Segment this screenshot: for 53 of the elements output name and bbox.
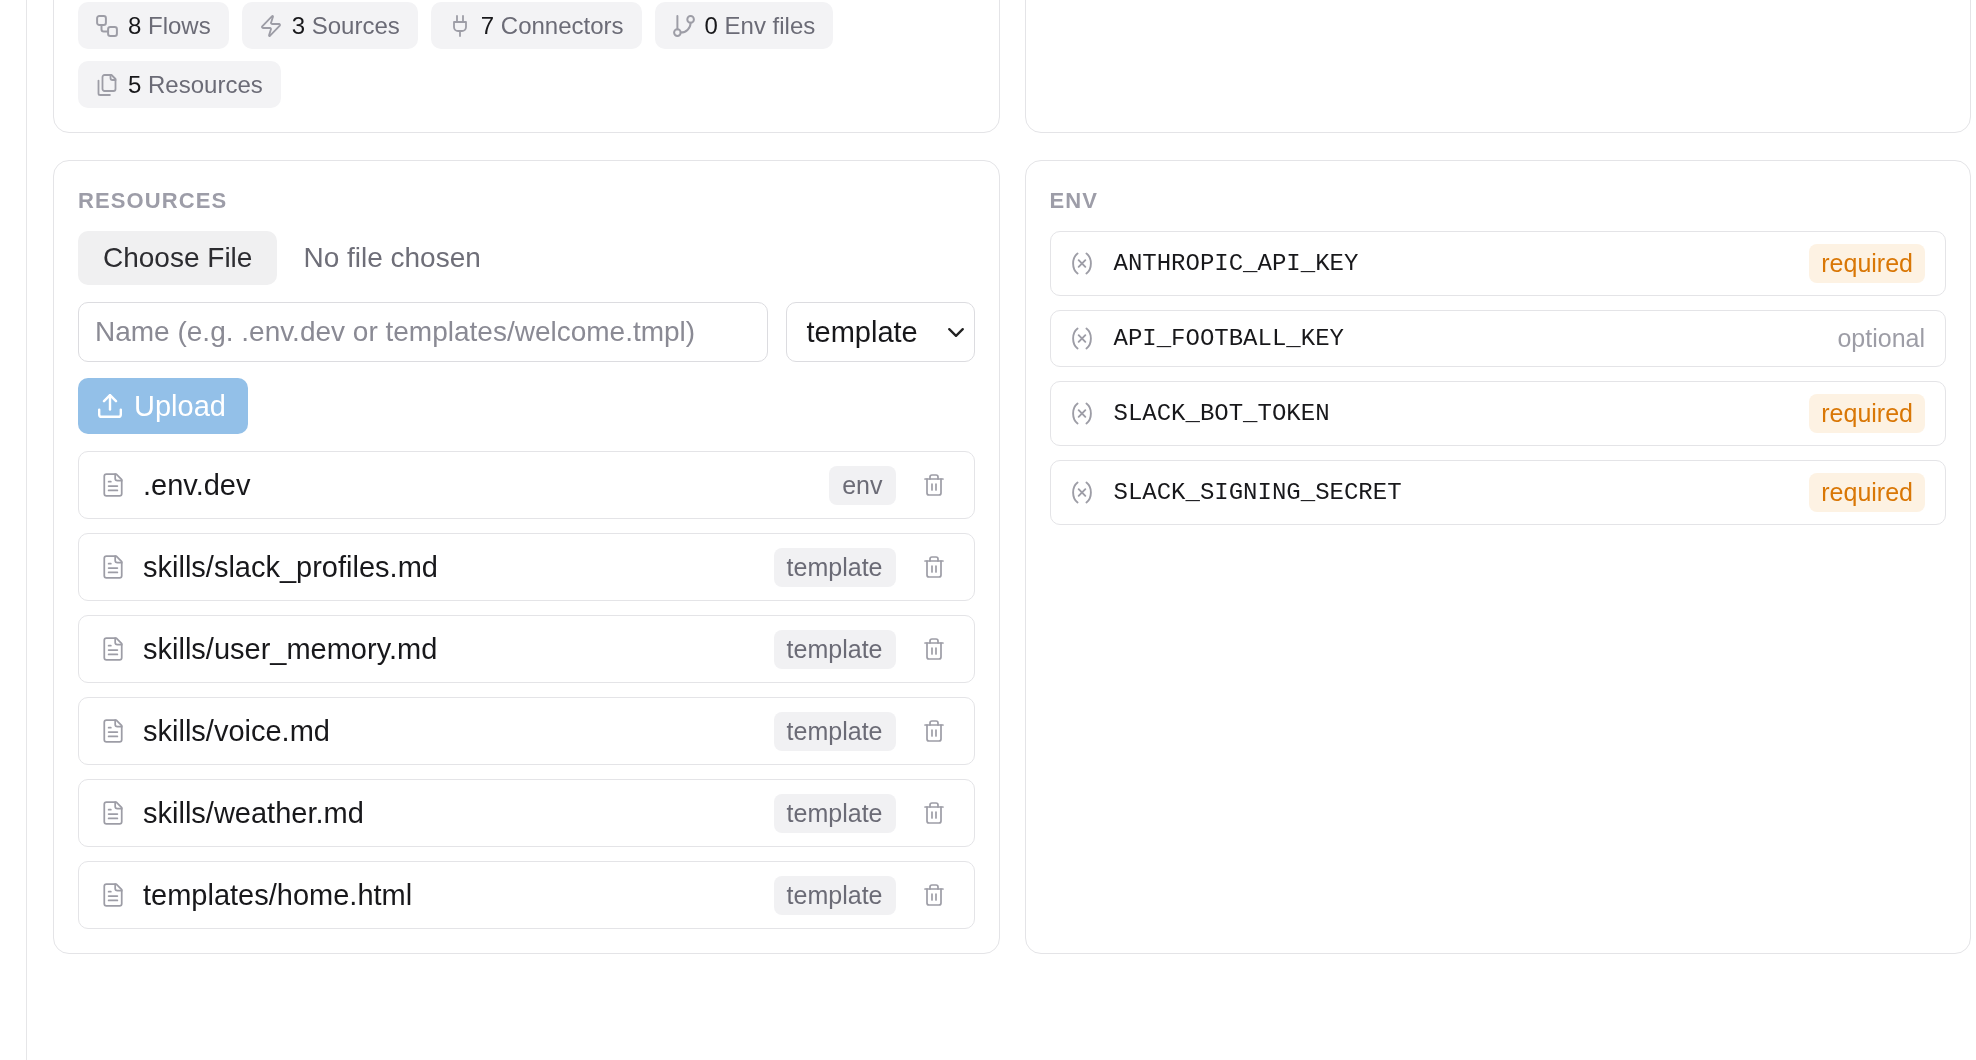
stat-label: 5 Resources [128,70,263,99]
trash-icon[interactable] [923,638,944,660]
document-icon [103,637,123,661]
variable-icon [1071,327,1092,350]
files-icon [96,73,118,96]
stat-label: 3 Sources [291,11,400,40]
variable-name: SLACK_SIGNING_SECRET [1113,479,1403,506]
variable-icon [1071,252,1092,275]
trash-icon[interactable] [923,884,944,906]
lightning-icon [259,14,282,37]
trash-icon[interactable] [923,474,944,496]
variable-name: ANTHROPIC_API_KEY [1113,250,1360,277]
variable-icon [1071,402,1092,425]
trash-icon[interactable] [923,720,944,742]
section-heading: ENV [1049,187,1099,215]
upload-icon [98,394,122,418]
document-icon [103,801,123,825]
choose-file-button[interactable]: Choose File [78,231,278,285]
type-tag: template [773,711,896,751]
document-icon [103,883,123,907]
type-tag: template [773,875,896,915]
stat-label: 0 Env files [704,11,816,40]
branch-icon [672,14,695,37]
section-heading: RESOURCES [78,187,228,215]
document-icon [103,555,123,579]
type-select[interactable]: template [785,302,975,362]
workflow-icon [96,14,118,37]
file-name: skills/slack_profiles.md [143,550,439,584]
trash-icon[interactable] [923,556,944,578]
file-name: skills/voice.md [143,714,331,748]
document-icon [103,719,123,743]
document-icon [103,473,123,497]
requirement-label: required [1809,244,1925,283]
variable-name: API_FOOTBALL_KEY [1113,325,1345,352]
file-name: skills/weather.md [143,796,365,830]
file-status-text: No file chosen [303,242,481,274]
file-name: .env.dev [143,468,252,502]
type-tag: env [829,465,896,505]
requirement-label: required [1809,394,1925,433]
variable-name: SLACK_BOT_TOKEN [1113,400,1331,427]
chevron-down-icon [947,327,964,337]
variable-icon [1071,481,1092,504]
file-name: skills/user_memory.md [143,632,439,666]
requirement-label: required [1809,473,1925,512]
stat-label: 7 Connectors [480,11,624,40]
name-input[interactable]: Name (e.g. .env.dev or templates/welcome.tmpl) [78,302,768,362]
type-tag: template [773,547,896,587]
stat-label: 8 Flows [128,11,211,40]
file-name: templates/home.html [143,878,414,912]
trash-icon[interactable] [923,802,944,824]
type-tag: template [773,629,896,669]
requirement-label: optional [1837,324,1925,353]
type-tag: template [773,793,896,833]
